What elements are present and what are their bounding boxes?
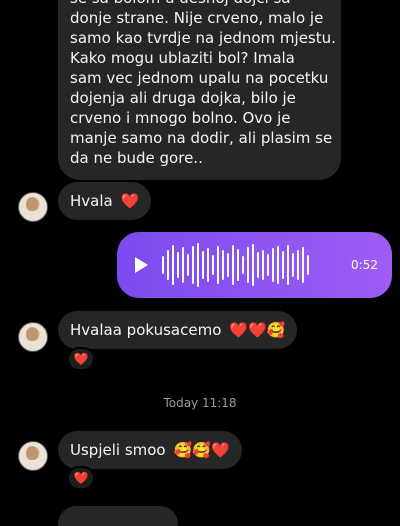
message-bubble-question[interactable]: se sa bolom u desnoj dojci sa donje stra… [58,0,341,180]
message-text: Hvalaa pokusacemo [70,321,222,339]
waveform-bar [267,254,269,276]
message-line: da ne bude gore.. [70,149,203,167]
message-text: Hvala [70,192,113,210]
avatar[interactable] [18,192,48,222]
message-line: samo kao tvrdje na jednom mjestu. [70,29,336,47]
waveform-bar [307,255,309,275]
message-line: crveno i mnogo bolno. Ovo je [70,109,291,127]
emoji-group: ❤️❤️🥰 [229,321,286,339]
voice-message-bubble[interactable]: 0:52 [117,232,392,298]
message-bubble-hvalaa[interactable]: Hvalaa pokusacemo ❤️❤️🥰 [58,311,298,349]
message-line: donje strane. Nije crveno, malo je [70,9,324,27]
play-icon[interactable] [135,257,148,273]
waveform-bar [182,247,184,283]
waveform-bar [302,247,304,283]
waveform-bar [162,256,164,274]
waveform-bar [172,245,174,285]
waveform-bar [197,243,199,287]
emoji-group: 🥰🥰❤️ [173,441,230,459]
waveform-bar [297,250,299,280]
waveform-bar [247,247,249,283]
heart-reaction[interactable]: ❤️ [67,347,95,371]
heart-reaction[interactable]: ❤️ [67,466,95,490]
timestamp: Today 11:18 [163,396,237,410]
waveform-bar [277,246,279,284]
waveform-bar [217,246,219,284]
waveform-bar [252,244,254,286]
waveform-bar [232,245,234,285]
message-line: Kako mogu ublaziti bol? Imala [70,49,295,67]
message-bubble-partial[interactable] [58,506,178,526]
waveform-bar [242,256,244,274]
message-bubble-uspjeli[interactable]: Uspjeli smoo 🥰🥰❤️ [58,431,242,469]
waveform-bar [192,246,194,284]
waveform[interactable] [162,243,341,287]
message-line: dojenja ali druga dojka, bilo je [70,89,296,107]
heart-emoji: ❤️ [120,192,140,210]
waveform-bar [237,249,239,281]
waveform-bar [272,248,274,282]
message-line: se sa bolom u desnoj dojci sa [70,0,329,8]
waveform-bar [167,250,169,280]
message-line: sam vec jednom upalu na pocetku [70,69,329,87]
waveform-bar [262,250,264,280]
waveform-bar [187,254,189,276]
waveform-bar [202,251,204,279]
message-text: Uspjeli smoo [70,441,166,459]
waveform-bar [227,253,229,277]
message-line: manje samo na dodir, ali plasim se [70,129,333,147]
waveform-bar [292,253,294,277]
waveform-bar [287,245,289,285]
message-bubble-hvala[interactable]: Hvala ❤️ [58,182,152,220]
waveform-bar [222,250,224,280]
waveform-bar [207,248,209,282]
avatar[interactable] [18,441,48,471]
waveform-bar [257,252,259,278]
waveform-bar [212,255,214,275]
waveform-bar [282,251,284,279]
avatar[interactable] [18,322,48,352]
waveform-bar [177,252,179,278]
voice-duration: 0:52 [351,258,378,272]
